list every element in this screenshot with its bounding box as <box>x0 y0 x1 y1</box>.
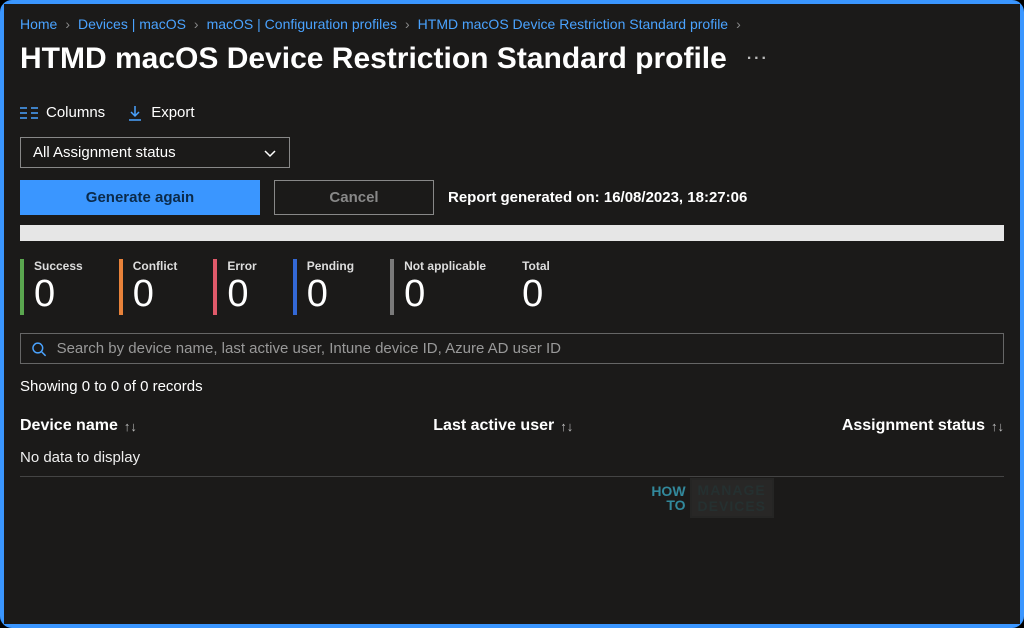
columns-icon <box>20 106 38 120</box>
breadcrumb-devices[interactable]: Devices | macOS <box>78 16 186 32</box>
columns-button[interactable]: Columns <box>20 104 105 121</box>
chevron-right-icon: › <box>405 16 410 32</box>
progress-bar <box>20 225 1004 241</box>
more-options-icon[interactable]: ··· <box>747 50 769 68</box>
action-row: Generate again Cancel Report generated o… <box>20 180 1004 215</box>
sort-icon: ↑↓ <box>124 419 137 434</box>
stat-total[interactable]: Total 0 <box>522 259 550 315</box>
stat-not-applicable[interactable]: Not applicable 0 <box>390 259 486 315</box>
stat-success[interactable]: Success 0 <box>20 259 83 315</box>
search-input[interactable] <box>57 340 993 357</box>
generate-again-button[interactable]: Generate again <box>20 180 260 215</box>
page-title: HTMD macOS Device Restriction Standard p… <box>20 42 1004 76</box>
search-icon <box>31 341 47 357</box>
breadcrumb-current[interactable]: HTMD macOS Device Restriction Standard p… <box>418 16 728 32</box>
no-data-message: No data to display <box>20 449 1004 477</box>
records-count: Showing 0 to 0 of 0 records <box>20 378 1004 395</box>
table-header: Device name ↑↓ Last active user ↑↓ Assig… <box>20 417 1004 435</box>
breadcrumb: Home › Devices | macOS › macOS | Configu… <box>20 16 1004 32</box>
watermark: HOW TO MANAGE DEVICES <box>651 478 774 518</box>
report-generated-label: Report generated on: 16/08/2023, 18:27:0… <box>448 189 747 206</box>
column-device-name[interactable]: Device name ↑↓ <box>20 417 433 435</box>
breadcrumb-home[interactable]: Home <box>20 16 57 32</box>
breadcrumb-config-profiles[interactable]: macOS | Configuration profiles <box>207 16 397 32</box>
sort-icon: ↑↓ <box>991 419 1004 434</box>
chevron-right-icon: › <box>65 16 70 32</box>
chevron-right-icon: › <box>194 16 199 32</box>
search-box[interactable] <box>20 333 1004 364</box>
toolbar: Columns Export <box>20 104 1004 121</box>
sort-icon: ↑↓ <box>560 419 573 434</box>
assignment-status-dropdown[interactable]: All Assignment status <box>20 137 290 168</box>
download-icon <box>127 105 143 121</box>
stats-row: Success 0 Conflict 0 Error 0 Pending 0 <box>20 259 1004 315</box>
chevron-down-icon <box>263 148 277 158</box>
export-button[interactable]: Export <box>127 104 194 121</box>
stat-pending[interactable]: Pending 0 <box>293 259 354 315</box>
cancel-button: Cancel <box>274 180 434 215</box>
chevron-right-icon: › <box>736 16 741 32</box>
stat-conflict[interactable]: Conflict 0 <box>119 259 178 315</box>
column-last-active-user[interactable]: Last active user ↑↓ <box>433 417 807 435</box>
column-assignment-status[interactable]: Assignment status ↑↓ <box>807 417 1004 435</box>
stat-error[interactable]: Error 0 <box>213 259 256 315</box>
